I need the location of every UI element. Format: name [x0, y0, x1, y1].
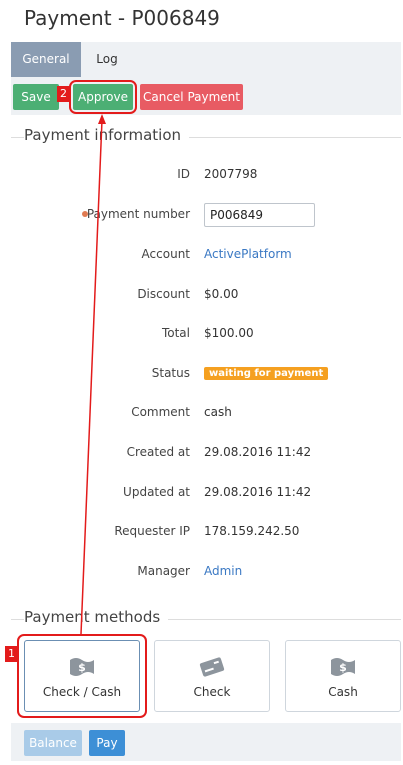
check-card-icon — [155, 655, 269, 679]
tab-general[interactable]: General — [11, 42, 81, 77]
requester-ip-label: Requester IP — [114, 524, 190, 538]
payment-methods-title: Payment methods — [24, 608, 169, 626]
svg-text:$: $ — [339, 661, 347, 674]
updated-at-label: Updated at — [123, 485, 190, 499]
created-at-label: Created at — [126, 445, 190, 459]
comment-label: Comment — [131, 405, 190, 419]
status-badge: waiting for payment — [204, 367, 329, 380]
method-card-check[interactable]: Check — [154, 640, 270, 712]
total-value: $100.00 — [204, 326, 254, 340]
requester-ip-value: 178.159.242.50 — [204, 524, 300, 538]
annotation-highlight-approve — [69, 80, 137, 114]
pay-button[interactable]: Pay — [89, 730, 125, 756]
discount-label: Discount — [137, 287, 190, 301]
id-label: ID — [177, 167, 190, 181]
annotation-marker-2: 2 — [57, 86, 70, 102]
tab-bar: General Log — [11, 42, 401, 77]
payment-number-input[interactable] — [204, 203, 315, 227]
annotation-highlight-method — [17, 634, 147, 718]
tab-log[interactable]: Log — [81, 42, 133, 77]
money-bill-icon: $ — [286, 655, 400, 679]
payment-information-title: Payment information — [24, 126, 190, 144]
id-value: 2007798 — [204, 167, 258, 181]
created-at-value: 29.08.2016 11:42 — [204, 445, 312, 459]
payment-information-legend: Payment information — [11, 126, 401, 146]
payment-number-label: Payment number — [86, 207, 190, 221]
total-label: Total — [161, 326, 190, 340]
cancel-payment-button[interactable]: Cancel Payment — [140, 84, 243, 110]
account-link[interactable]: ActivePlatform — [204, 247, 292, 261]
manager-link[interactable]: Admin — [204, 564, 242, 578]
comment-value: cash — [204, 405, 232, 419]
status-label: Status — [151, 366, 190, 380]
manager-label: Manager — [137, 564, 190, 578]
method-label: Check — [193, 685, 231, 699]
discount-value: $0.00 — [204, 287, 239, 301]
annotation-marker-1: 1 — [5, 646, 18, 662]
save-button[interactable]: Save — [13, 84, 59, 110]
payment-methods-legend: Payment methods — [11, 608, 401, 628]
method-label: Cash — [328, 685, 358, 699]
method-card-cash[interactable]: $ Cash — [285, 640, 401, 712]
page-title: Payment - P006849 — [24, 6, 220, 30]
updated-at-value: 29.08.2016 11:42 — [204, 485, 312, 499]
account-label: Account — [141, 247, 190, 261]
balance-button[interactable]: Balance — [24, 730, 82, 756]
